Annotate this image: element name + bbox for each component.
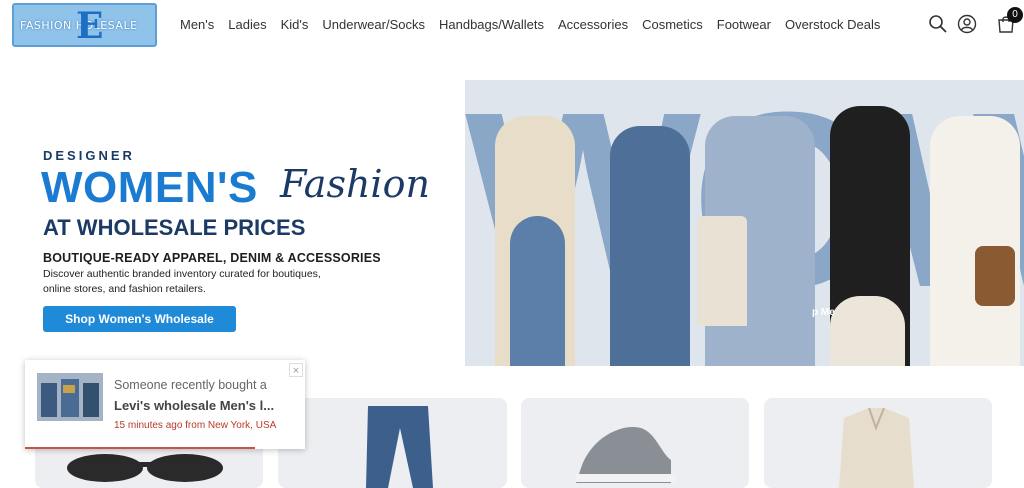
sneaker-icon [576, 427, 676, 483]
nav-item-kids[interactable]: Kid's [281, 17, 309, 32]
hero-image[interactable]: WOW p Me [465, 80, 1024, 366]
nav-item-ladies[interactable]: Ladies [228, 17, 266, 32]
shop-womens-wholesale-button[interactable]: Shop Women's Wholesale [43, 306, 236, 332]
hero-banner: DESIGNER WOMEN'S Fashion AT WHOLESALE PR… [0, 50, 1024, 370]
product-card[interactable] [521, 398, 749, 488]
hero-image-label: p Me [812, 307, 835, 318]
hero-subtitle: AT WHOLESALE PRICES [43, 215, 306, 240]
nav-item-underwear-socks[interactable]: Underwear/Socks [322, 17, 425, 32]
hero-description: Discover authentic branded inventory cur… [43, 268, 321, 295]
hero-script-title: Fashion [280, 162, 430, 206]
product-card[interactable] [764, 398, 992, 488]
hero-title: WOMEN'S [41, 163, 258, 212]
handbag [975, 246, 1015, 306]
recent-purchase-popup[interactable]: Someone recently bought a Levi's wholesa… [25, 360, 305, 449]
close-icon[interactable]: × [289, 363, 303, 377]
model-figure [930, 116, 1020, 366]
tote-bag [697, 216, 747, 326]
popup-product-image[interactable] [37, 373, 103, 421]
hero-tagline: BOUTIQUE-READY APPAREL, DENIM & ACCESSOR… [43, 251, 381, 265]
site-header: FASHION HOLESALE E Men's Ladies Kid's Un… [0, 0, 1024, 50]
search-icon[interactable] [928, 14, 948, 34]
shirt-icon [839, 407, 914, 488]
jeans-icon [366, 406, 433, 488]
logo-letter: E [76, 5, 104, 47]
nav-item-mens[interactable]: Men's [180, 17, 214, 32]
cart-count-badge: 0 [1007, 7, 1023, 23]
model-jeans [510, 216, 565, 366]
hero-eyebrow: DESIGNER [43, 148, 135, 163]
nav-item-footwear[interactable]: Footwear [717, 17, 771, 32]
nav-item-handbags-wallets[interactable]: Handbags/Wallets [439, 17, 544, 32]
popup-intro-text: Someone recently bought a [114, 378, 267, 392]
nav-item-cosmetics[interactable]: Cosmetics [642, 17, 703, 32]
nav-item-accessories[interactable]: Accessories [558, 17, 628, 32]
nav-item-overstock-deals[interactable]: Overstock Deals [785, 17, 880, 32]
popup-product-name[interactable]: Levi's wholesale Men's l... [114, 398, 274, 413]
account-icon[interactable] [957, 14, 977, 34]
popup-time-location: 15 minutes ago from New York, USA [114, 420, 277, 431]
model-skirt [830, 296, 905, 366]
main-nav: Men's Ladies Kid's Underwear/Socks Handb… [180, 17, 880, 32]
model-figure [610, 126, 690, 366]
site-logo[interactable]: FASHION HOLESALE E [12, 3, 157, 47]
product-card[interactable] [278, 398, 507, 488]
popup-progress-bar [25, 447, 255, 449]
